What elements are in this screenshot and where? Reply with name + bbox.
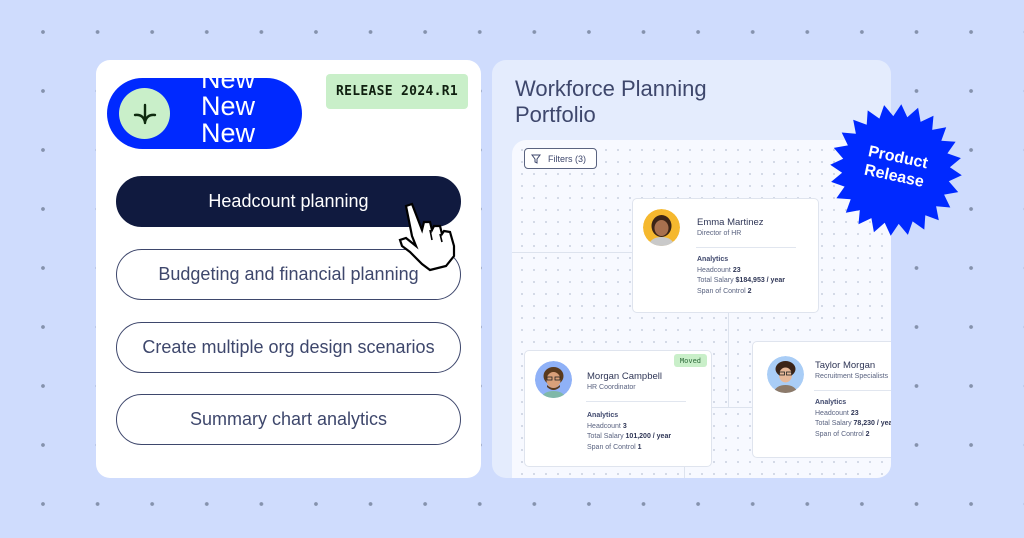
new-label: New bbox=[201, 91, 256, 121]
org-card-morgan-campbell[interactable]: Moved Morgan Campbell HR Coordinator Ana… bbox=[524, 350, 712, 467]
summary-analytics-button[interactable]: Summary chart analytics bbox=[116, 394, 461, 445]
avatar bbox=[535, 361, 572, 398]
span-value: 1 bbox=[637, 443, 642, 451]
person-role: HR Coordinator bbox=[587, 384, 636, 391]
analytics-heading: Analytics bbox=[815, 399, 847, 406]
person-name: Morgan Campbell bbox=[587, 371, 662, 382]
org-card-emma-martinez[interactable]: Emma Martinez Director of HR Analytics H… bbox=[632, 198, 819, 313]
headcount-value: 23 bbox=[850, 409, 859, 417]
span-label: Span of Control bbox=[587, 443, 636, 451]
avatar bbox=[767, 356, 804, 393]
connector-line bbox=[512, 252, 632, 253]
new-label-stack: New New New bbox=[201, 78, 291, 147]
salary-label: Total Salary bbox=[587, 433, 624, 440]
analytics-block: Analytics Headcount 3 Total Salary 101,2… bbox=[587, 411, 671, 453]
headcount-label: Headcount bbox=[697, 266, 731, 274]
person-role: Recruitment Specialists bbox=[815, 373, 889, 380]
org-design-scenarios-button[interactable]: Create multiple org design scenarios bbox=[116, 322, 461, 373]
pointer-hand-icon bbox=[398, 202, 456, 272]
person-name: Taylor Morgan bbox=[815, 360, 876, 371]
sprout-icon bbox=[119, 88, 170, 139]
filters-button[interactable]: Filters (3) bbox=[524, 148, 597, 169]
title-line: Workforce Planning bbox=[515, 76, 707, 101]
salary-value: 78,230 / year bbox=[853, 420, 891, 427]
moved-badge: Moved bbox=[673, 354, 707, 367]
person-name: Emma Martinez bbox=[697, 217, 764, 228]
person-role: Director of HR bbox=[697, 230, 742, 237]
headcount-value: 23 bbox=[732, 266, 741, 274]
salary-value: 101,200 / year bbox=[625, 433, 672, 440]
headcount-label: Headcount bbox=[815, 409, 849, 417]
salary-label: Total Salary bbox=[815, 420, 852, 427]
headcount-label: Headcount bbox=[587, 422, 621, 430]
span-value: 2 bbox=[747, 287, 752, 295]
release-badge: RELEASE 2024.R1 bbox=[326, 74, 468, 109]
connector-line bbox=[712, 407, 752, 408]
filter-icon bbox=[531, 154, 541, 164]
org-card-taylor-morgan[interactable]: Taylor Morgan Recruitment Specialists An… bbox=[752, 341, 891, 458]
title-line: Portfolio bbox=[515, 102, 596, 127]
headcount-value: 3 bbox=[622, 422, 627, 430]
analytics-heading: Analytics bbox=[697, 256, 729, 263]
span-label: Span of Control bbox=[815, 430, 864, 438]
span-value: 2 bbox=[865, 430, 870, 438]
filters-label: Filters (3) bbox=[548, 153, 586, 164]
divider bbox=[814, 390, 891, 391]
divider bbox=[586, 401, 686, 402]
avatar bbox=[643, 209, 680, 246]
analytics-block: Analytics Headcount 23 Total Salary $184… bbox=[697, 255, 785, 297]
analytics-heading: Analytics bbox=[587, 412, 619, 419]
panel-title: Workforce Planning Portfolio bbox=[515, 76, 707, 128]
new-pill: New New New bbox=[107, 78, 302, 149]
span-label: Span of Control bbox=[697, 287, 746, 295]
analytics-block: Analytics Headcount 23 Total Salary 78,2… bbox=[815, 398, 891, 440]
new-label: New bbox=[201, 118, 256, 148]
divider bbox=[696, 247, 796, 248]
salary-label: Total Salary bbox=[697, 277, 734, 284]
salary-value: $184,953 / year bbox=[735, 277, 785, 284]
connector-line bbox=[728, 313, 729, 408]
feature-card: New New New RELEASE 2024.R1 Headcount pl… bbox=[96, 60, 481, 478]
